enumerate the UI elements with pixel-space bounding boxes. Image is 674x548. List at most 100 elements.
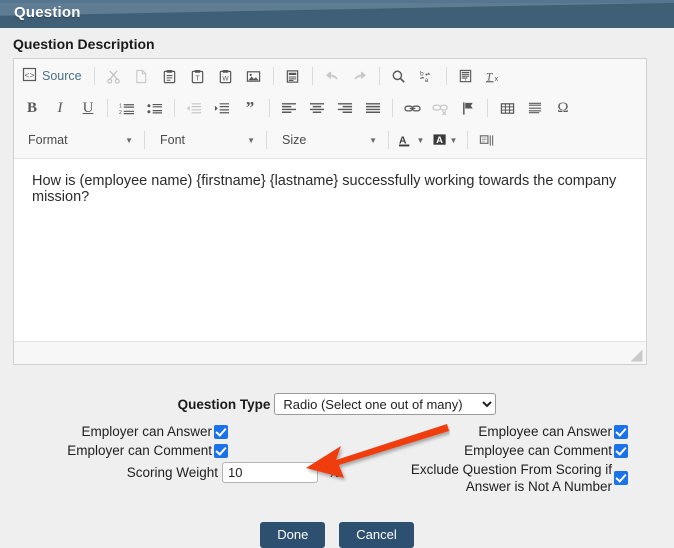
underline-icon: U (82, 99, 94, 116)
exclude-label-line-1: Exclude Question From Scoring if (410, 462, 612, 477)
text-color-button[interactable]: A ▼ (394, 127, 428, 153)
exclude-from-scoring-checkbox[interactable] (614, 471, 628, 485)
bulleted-list-button[interactable] (141, 95, 169, 121)
toolbar-row-2: B I U 12 ” Ω (14, 92, 646, 124)
format-dropdown[interactable]: Format ▼ (18, 128, 139, 152)
paste-word-button[interactable]: W (212, 63, 240, 89)
maximize-button[interactable] (473, 127, 501, 153)
size-dropdown[interactable]: Size ▼ (272, 128, 383, 152)
clipboard-icon (162, 69, 177, 84)
bulleted-list-icon (147, 101, 163, 116)
blockquote-button[interactable]: ” (236, 95, 264, 121)
find-button[interactable] (385, 63, 413, 89)
table-button[interactable] (493, 95, 521, 121)
svg-text:a: a (424, 77, 428, 84)
done-button[interactable]: Done (260, 522, 326, 548)
link-icon (403, 101, 421, 116)
employer-options-column: Employer can Answer Employer can Comment (0, 422, 228, 460)
indent-button[interactable] (208, 95, 236, 121)
editor-content-area[interactable]: How is (employee name) {firstname} {last… (14, 159, 646, 341)
source-button[interactable]: <> Source (18, 63, 89, 89)
templates-icon (285, 69, 300, 84)
font-dropdown[interactable]: Font ▼ (150, 128, 261, 152)
employer-can-answer-row[interactable]: Employer can Answer (0, 422, 228, 441)
employee-can-comment-checkbox[interactable] (614, 443, 628, 458)
bold-button[interactable]: B (18, 95, 46, 121)
special-char-button[interactable]: Ω (549, 95, 577, 121)
employer-can-comment-row[interactable]: Employer can Comment (0, 441, 228, 460)
align-center-icon (309, 101, 325, 116)
cut-button[interactable] (100, 63, 128, 89)
image-button[interactable] (240, 63, 268, 89)
employee-can-comment-row[interactable]: Employee can Comment (368, 441, 628, 460)
flag-icon (461, 101, 476, 116)
remove-format-button[interactable]: Tx (480, 63, 508, 89)
exclude-label-line-2: Answer is Not A Number (465, 479, 612, 494)
align-right-button[interactable] (331, 95, 359, 121)
svg-text:I: I (465, 77, 466, 82)
paste-button[interactable] (156, 63, 184, 89)
paste-text-button[interactable]: T (184, 63, 212, 89)
scoring-weight-input[interactable] (221, 462, 318, 483)
background-color-button[interactable]: A ▼ (428, 127, 462, 153)
copy-button[interactable] (128, 63, 156, 89)
toolbar-separator (93, 67, 95, 85)
employee-can-comment-label: Employee can Comment (464, 443, 612, 458)
window-titlebar: Question (0, 0, 674, 28)
quote-icon: ” (245, 98, 255, 117)
exclude-from-scoring-label: Exclude Question From Scoring if Answer … (411, 461, 612, 495)
unlink-button[interactable] (426, 95, 454, 121)
resize-grip-icon[interactable] (630, 349, 643, 362)
toolbar-separator (107, 99, 108, 117)
redo-button[interactable] (346, 63, 374, 89)
toolbar-separator (467, 131, 468, 149)
horizontal-rule-button[interactable] (521, 95, 549, 121)
titlebar-top-edge (0, 0, 674, 3)
text-color-icon: A (398, 133, 415, 148)
toolbar-separator (311, 67, 313, 85)
undo-arrow-icon (324, 69, 340, 84)
svg-text:A: A (436, 134, 443, 144)
employer-can-comment-label: Employer can Comment (67, 443, 212, 458)
employee-can-answer-row[interactable]: Employee can Answer (368, 422, 628, 441)
toolbar-separator (144, 131, 145, 149)
editor-toolbar: <> Source T W b a I T x B I U 1 2 ” Ω Fo… (14, 59, 646, 159)
outdent-button[interactable] (180, 95, 208, 121)
align-left-button[interactable] (275, 95, 303, 121)
employee-options-column: Employee can Answer Employee can Comment… (368, 422, 628, 496)
chevron-down-icon: ▼ (369, 135, 377, 145)
toolbar-separator (445, 67, 447, 85)
anchor-button[interactable] (454, 95, 482, 121)
question-type-select[interactable]: Radio (Select one out of many) (274, 393, 497, 415)
employer-can-comment-checkbox[interactable] (214, 443, 228, 458)
undo-button[interactable] (318, 63, 346, 89)
link-button[interactable] (398, 95, 426, 121)
chevron-down-icon: ▼ (449, 135, 458, 145)
select-all-button[interactable]: I (452, 63, 480, 89)
replace-icon: ba (419, 69, 435, 84)
italic-button[interactable]: I (46, 95, 74, 121)
cancel-button[interactable]: Cancel (339, 522, 414, 548)
replace-button[interactable]: ba (413, 63, 441, 89)
employee-can-answer-checkbox[interactable] (614, 424, 628, 439)
editor-footer (14, 341, 646, 364)
scoring-weight-label: Scoring Weight (126, 465, 218, 480)
numbered-list-icon: 12 (119, 101, 135, 116)
svg-text:x: x (495, 74, 499, 83)
toolbar-separator (174, 99, 175, 117)
form-action-buttons: Done Cancel (0, 522, 674, 548)
numbered-list-button[interactable]: 12 (113, 95, 141, 121)
align-justify-button[interactable] (359, 95, 387, 121)
indent-icon (214, 101, 230, 116)
svg-text:W: W (223, 75, 230, 82)
scoring-weight-row: Scoring Weight % (0, 462, 340, 483)
underline-button[interactable]: U (74, 95, 102, 121)
toolbar-separator (269, 99, 270, 117)
employer-can-answer-checkbox[interactable] (214, 424, 228, 439)
templates-button[interactable] (279, 63, 307, 89)
question-settings-form: Question Type Radio (Select one out of m… (0, 392, 674, 548)
exclude-from-scoring-row[interactable]: Exclude Question From Scoring if Answer … (368, 460, 628, 496)
svg-text:1: 1 (119, 103, 122, 109)
clipboard-text-icon: T (190, 69, 205, 84)
align-center-button[interactable] (303, 95, 331, 121)
